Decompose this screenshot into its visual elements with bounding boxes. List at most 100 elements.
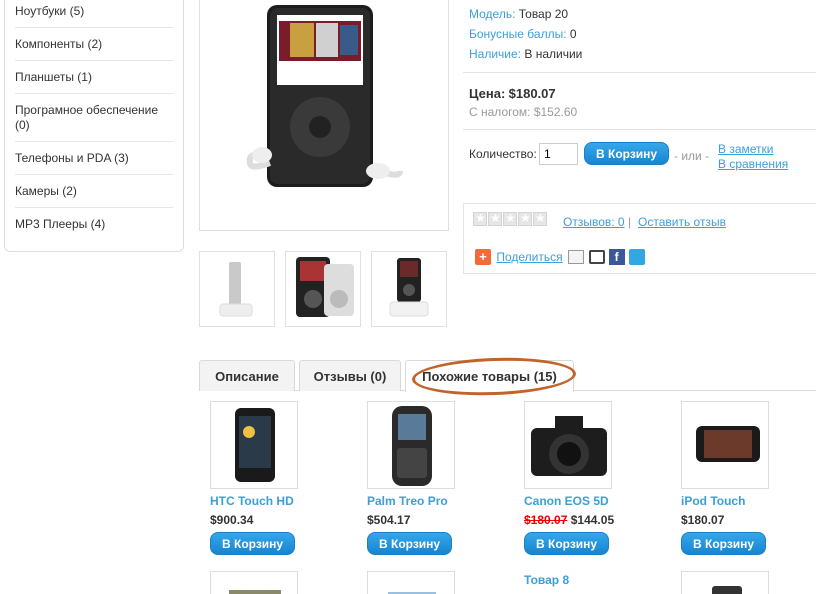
category-item[interactable]: Камеры (2) — [15, 175, 173, 208]
category-item[interactable]: Ноутбуки (5) — [15, 0, 173, 28]
product-image[interactable] — [367, 571, 455, 594]
twitter-icon[interactable] — [628, 249, 645, 265]
old-price: $180.07 — [524, 513, 568, 527]
laptop-image — [388, 592, 436, 594]
product-price: $180.07 — [681, 512, 769, 528]
product-image[interactable] — [210, 401, 298, 489]
price-value: $180.07 — [508, 86, 556, 101]
palm-phone-image — [392, 406, 432, 486]
star-icon — [503, 211, 517, 226]
category-item[interactable]: Програмное обеспечение (0) — [15, 94, 173, 142]
monitor-image — [229, 590, 281, 594]
category-link[interactable]: Планшеты (1) — [15, 70, 92, 84]
ipod-touch-image — [696, 426, 760, 462]
ipod-classic-image — [246, 5, 403, 187]
category-link[interactable]: Телефоны и PDA (3) — [15, 151, 129, 165]
canon-camera-image — [531, 416, 607, 476]
add-to-cart-button[interactable]: В Корзину — [367, 532, 453, 555]
htc-phone-image — [235, 408, 275, 482]
rating-stars — [473, 211, 548, 229]
stock-row: Наличие: В наличии — [469, 47, 582, 61]
add-to-cart-button[interactable]: В Корзину — [584, 142, 670, 165]
bonus-label: Бонусные баллы: — [469, 27, 567, 41]
star-icon — [473, 211, 487, 226]
category-link[interactable]: Камеры (2) — [15, 184, 77, 198]
price-value: $144.05 — [570, 513, 615, 527]
category-link[interactable]: Компоненты (2) — [15, 37, 102, 51]
category-item[interactable]: Планшеты (1) — [15, 61, 173, 94]
price-value: $504.17 — [367, 513, 411, 527]
quantity-input[interactable] — [539, 143, 578, 165]
ipod-thumb-image — [296, 257, 354, 317]
product-price: $504.17 — [367, 512, 455, 528]
add-to-wishlist-link[interactable]: В заметки — [718, 142, 774, 156]
related-product-card: Canon EOS 5D $180.07 $144.05 В Корзину — [524, 401, 614, 555]
link-divider: | — [628, 215, 632, 229]
product-name-link[interactable]: iPod Touch — [681, 493, 769, 509]
product-price: $900.34 — [210, 512, 298, 528]
category-link[interactable]: Програмное обеспечение (0) — [15, 103, 158, 132]
star-icon — [518, 211, 532, 226]
product-name-link[interactable]: Товар 8 — [524, 572, 569, 588]
facebook-icon[interactable]: f — [608, 249, 625, 265]
star-icon — [533, 211, 547, 226]
category-link[interactable]: MP3 Плееры (4) — [15, 217, 105, 231]
tab-description[interactable]: Описание — [199, 360, 295, 391]
product-thumbnail[interactable] — [199, 251, 275, 327]
or-text: - или - — [674, 149, 710, 163]
model-value: Товар 20 — [518, 7, 569, 21]
product-name-link[interactable]: HTC Touch HD — [210, 493, 298, 509]
product-name-link[interactable]: Canon EOS 5D — [524, 493, 614, 509]
divider — [463, 129, 816, 130]
related-product-card: iPod Touch $180.07 В Корзину — [681, 401, 769, 555]
model-label: Модель: — [469, 7, 516, 21]
tax-price: С налогом: $152.60 — [469, 105, 578, 119]
product-thumbnail[interactable] — [371, 251, 447, 327]
category-link[interactable]: Ноутбуки (5) — [15, 4, 84, 18]
reviews-count-link[interactable]: Отзывов: 0 — [563, 215, 625, 229]
write-review-link[interactable]: Оставить отзыв — [638, 215, 726, 229]
tab-related-products[interactable]: Похожие товары (15) — [405, 360, 574, 392]
email-icon[interactable] — [567, 250, 584, 264]
share-bar: + Поделиться f — [475, 249, 645, 267]
bonus-value: 0 — [569, 27, 577, 41]
category-item[interactable]: Телефоны и PDA (3) — [15, 142, 173, 175]
category-list: Ноутбуки (5) Компоненты (2) Планшеты (1)… — [5, 0, 183, 240]
product-image[interactable] — [524, 401, 612, 489]
related-product-card: HTC Touch HD $900.34 В Корзину — [210, 401, 298, 555]
related-product-card: Palm Treo Pro $504.17 В Корзину — [367, 401, 455, 555]
product-price: $180.07 $144.05 — [524, 512, 614, 528]
product-thumbnail[interactable] — [285, 251, 361, 327]
tab-reviews[interactable]: Отзывы (0) — [299, 360, 401, 391]
category-sidebar: Ноутбуки (5) Компоненты (2) Планшеты (1)… — [4, 0, 184, 252]
print-icon[interactable] — [589, 250, 606, 264]
price-value: $180.07 — [681, 513, 725, 527]
product-main-image[interactable] — [199, 0, 449, 231]
ipod-dock-image — [389, 258, 429, 317]
add-to-compare-link[interactable]: В сравнения — [718, 157, 788, 171]
category-item[interactable]: Компоненты (2) — [15, 28, 173, 61]
share-link[interactable]: Поделиться — [496, 250, 562, 264]
phone-image — [712, 586, 742, 594]
dock-image — [219, 262, 253, 317]
product-image[interactable] — [681, 571, 769, 594]
share-plus-icon[interactable]: + — [475, 249, 491, 265]
add-to-cart-button[interactable]: В Корзину — [524, 532, 610, 555]
product-price-cut — [524, 588, 574, 594]
price-row: Цена: $180.07 — [469, 86, 556, 101]
product-image[interactable] — [210, 571, 298, 594]
stock-value: В наличии — [524, 47, 583, 61]
product-name-link[interactable]: Palm Treo Pro — [367, 493, 455, 509]
quantity-label: Количество: — [469, 147, 537, 161]
star-icon — [488, 211, 502, 226]
price-label: Цена: — [469, 86, 506, 101]
price-value: $900.34 — [210, 513, 254, 527]
bonus-row: Бонусные баллы: 0 — [469, 27, 577, 41]
product-image[interactable] — [681, 401, 769, 489]
divider — [463, 72, 816, 73]
product-image[interactable] — [367, 401, 455, 489]
stock-label: Наличие: — [469, 47, 522, 61]
add-to-cart-button[interactable]: В Корзину — [210, 532, 296, 555]
category-item[interactable]: MP3 Плееры (4) — [15, 208, 173, 240]
add-to-cart-button[interactable]: В Корзину — [681, 532, 767, 555]
